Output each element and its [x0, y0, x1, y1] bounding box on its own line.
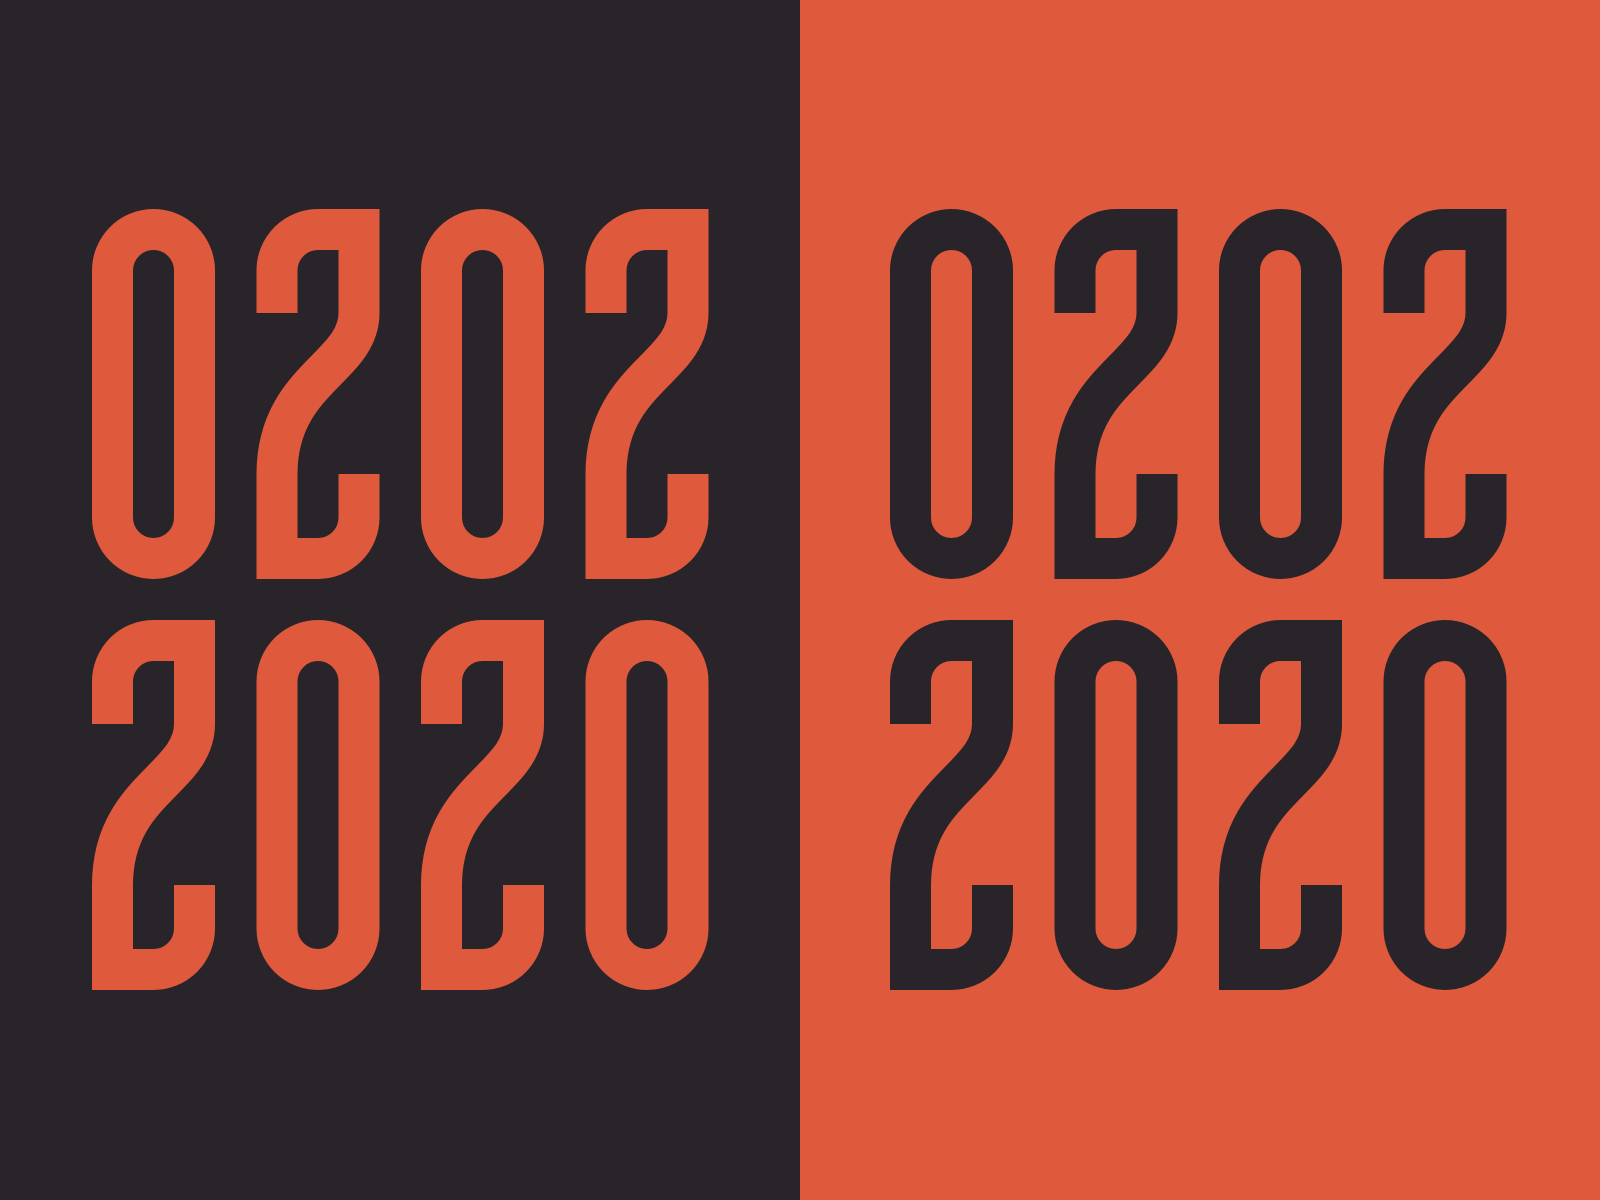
dark-panel-glyphs [0, 0, 800, 1200]
orange-panel-background [800, 0, 1600, 1200]
dark-panel-background [0, 0, 800, 1200]
orange-panel: 0202 2020 [800, 0, 1600, 1200]
artwork-canvas: 0202 2020 0202 2020 [0, 0, 1600, 1200]
dark-panel: 0202 2020 [0, 0, 800, 1200]
orange-panel-glyphs [800, 0, 1600, 1200]
